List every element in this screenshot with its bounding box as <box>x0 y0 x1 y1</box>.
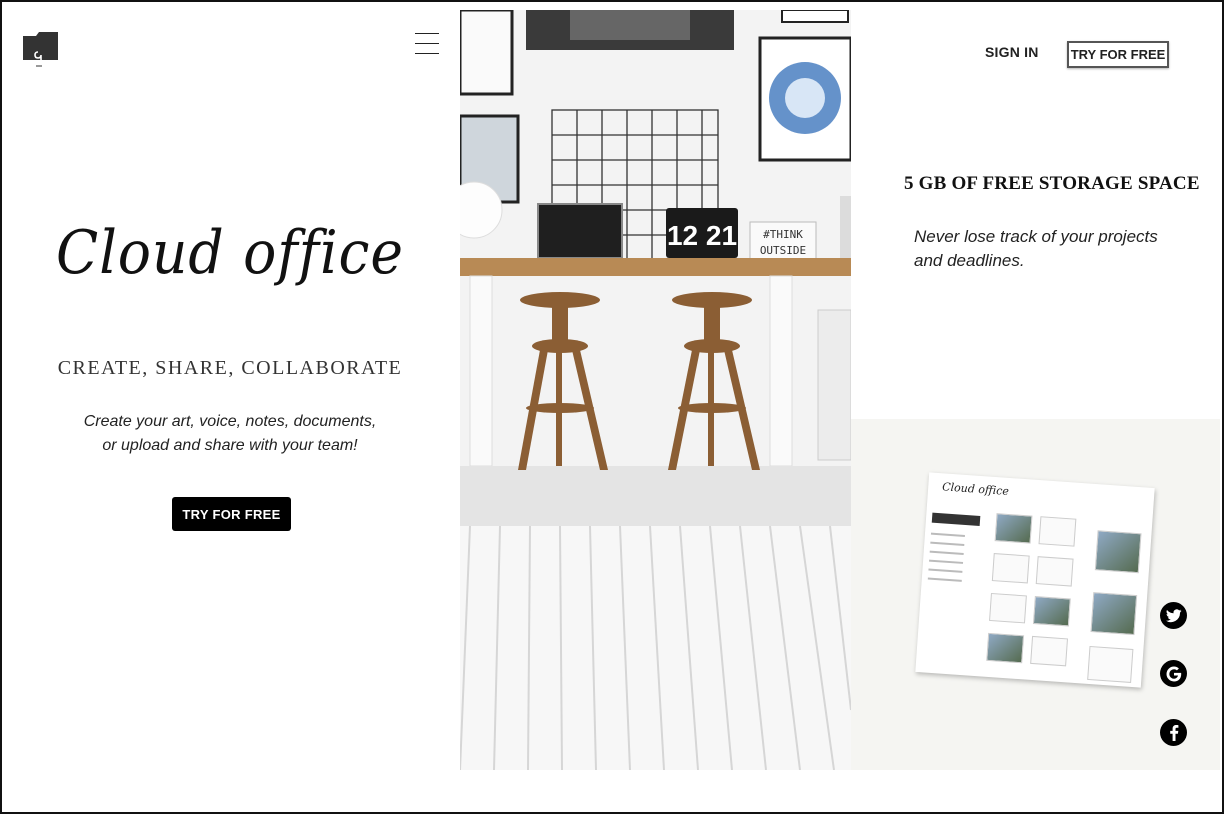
hero-description: Create your art, voice, notes, documents… <box>60 410 400 458</box>
google-icon[interactable] <box>1160 660 1187 687</box>
app-preview-card <box>1038 516 1077 547</box>
app-preview-sidebar <box>924 512 981 636</box>
tagline: CREATE, SHARE, COLLABORATE <box>57 357 403 379</box>
app-preview-card <box>1094 530 1142 574</box>
app-preview-card <box>991 553 1030 584</box>
try-for-free-button[interactable]: TRY FOR FREE <box>172 497 291 531</box>
feature-title: 5 GB OF FREE STORAGE SPACE <box>904 173 1200 194</box>
twitter-icon[interactable] <box>1160 602 1187 629</box>
hamburger-icon[interactable] <box>415 33 439 55</box>
workspace-photo: 12 21 #THINK OUTSIDE <box>460 10 851 770</box>
app-preview-card <box>989 592 1027 624</box>
app-preview-card <box>1035 556 1074 587</box>
facebook-icon[interactable] <box>1160 719 1187 746</box>
clock-text: 12 21 <box>667 220 737 251</box>
app-preview-card <box>1032 596 1071 627</box>
lightbox-line1: #THINK <box>763 228 803 241</box>
lightbox-line2: OUTSIDE <box>760 244 806 257</box>
app-preview-card <box>1030 635 1069 667</box>
app-preview-card <box>1090 592 1138 636</box>
app-preview-card <box>986 632 1025 664</box>
app-preview-brand: Cloud office <box>941 480 1010 498</box>
try-for-free-header-button[interactable]: TRY FOR FREE <box>1067 41 1169 68</box>
app-preview-card <box>994 513 1033 544</box>
hero-description-line1: Create your art, voice, notes, documents… <box>83 413 377 430</box>
brand-title: Cloud office <box>56 218 404 288</box>
app-preview-card <box>1087 645 1134 683</box>
app-preview-screenshot: Cloud office <box>915 472 1155 688</box>
hero-description-line2: or upload and share with your team! <box>102 437 358 454</box>
feature-description-line2: and deadlines. <box>914 251 1025 270</box>
folder-logo-icon[interactable] <box>22 30 60 68</box>
feature-description: Never lose track of your projects and de… <box>914 225 1194 273</box>
sign-in-link[interactable]: SIGN IN <box>985 44 1039 60</box>
feature-description-line1: Never lose track of your projects <box>914 227 1158 246</box>
